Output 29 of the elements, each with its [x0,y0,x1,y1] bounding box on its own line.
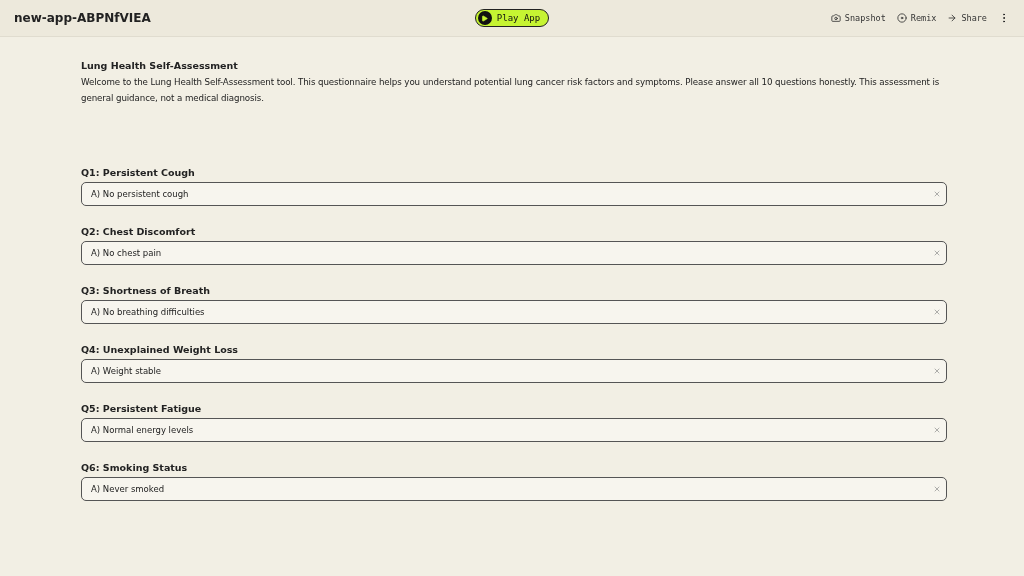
clear-icon[interactable] [933,426,941,434]
question-label: Q1: Persistent Cough [81,167,196,178]
header-action[interactable]: Snapshot [830,13,886,23]
clear-icon[interactable] [933,367,941,375]
question-label: Q6: Smoking Status [81,462,189,473]
answer-select[interactable]: A) No breathing difficulties [81,300,947,324]
answer-select[interactable]: A) No chest pain [81,241,947,265]
question-label: Q5: Persistent Fatigue [81,403,203,414]
clear-icon[interactable] [933,249,941,257]
clear-icon[interactable] [933,308,941,316]
form-title: Lung Health Self-Assessment [81,60,239,71]
arrow-right-icon [947,13,958,23]
answer-select[interactable]: A) No persistent cough [81,182,947,206]
camera-icon [830,13,841,23]
play-icon [477,11,492,25]
header-action[interactable]: Share [947,13,987,23]
play-button[interactable]: Play App [474,9,550,27]
intro-text: Welcome to the Lung Health Self-Assessment tool. This questionnaire helps you understand potential lung cancer risk factors and symptoms. Please answer all 10 questions honestly. This assessment is general guidance, not a medical diagnosis. [81,76,941,105]
answer-select[interactable]: A) Never smoked [81,477,947,501]
answer-select[interactable]: A) Weight stable [81,359,947,383]
question-label: Q2: Chest Discomfort [81,226,197,237]
header-action[interactable]: Remix [896,13,937,23]
question-label: Q3: Shortness of Breath [81,285,212,296]
answer-select[interactable]: A) Normal energy levels [81,418,947,442]
app-name: new-app-ABPNfVIEA [14,11,152,25]
clear-icon[interactable] [933,485,941,493]
clear-icon[interactable] [933,190,941,198]
question-label: Q4: Unexplained Weight Loss [81,344,240,355]
disc-icon [896,13,907,23]
